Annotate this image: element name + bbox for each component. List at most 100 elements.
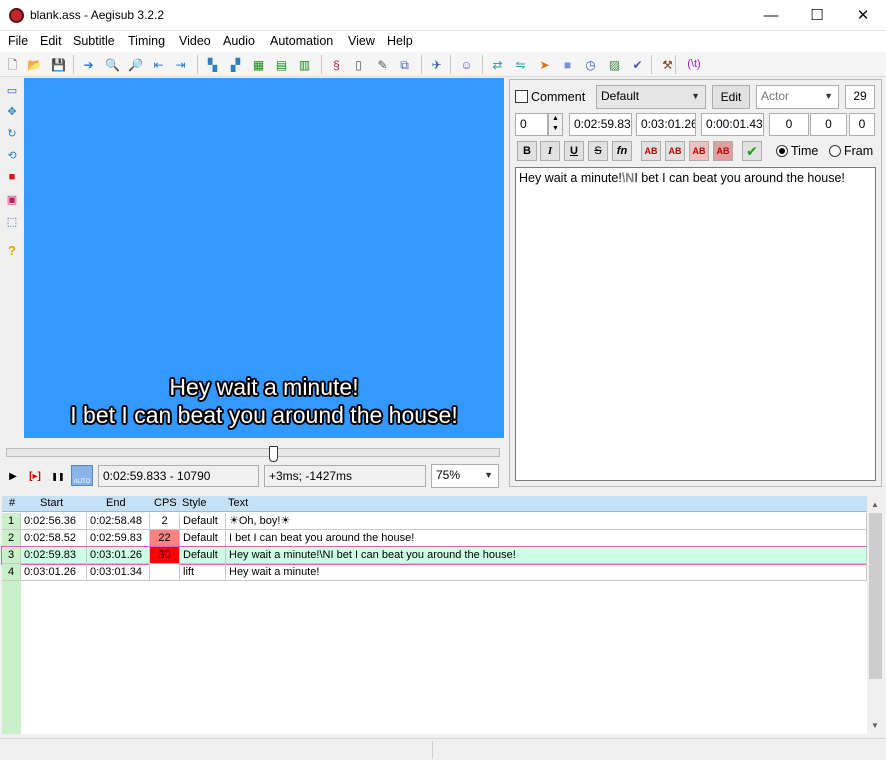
menu-audio[interactable]: Audio bbox=[223, 34, 255, 48]
duration-field[interactable]: 0:00:01.43 bbox=[701, 113, 764, 136]
start-time-field[interactable]: 0:02:59.83 bbox=[569, 113, 632, 136]
outline-color-button[interactable]: AB bbox=[689, 141, 709, 161]
zoom-out-icon[interactable]: 🔎 bbox=[127, 56, 144, 73]
margin-vertical-field[interactable]: 0 bbox=[849, 113, 875, 136]
table-row[interactable]: 3 0:02:59.83 0:03:01.26 30 Default Hey wait a… bbox=[1, 546, 868, 565]
video-time-display[interactable]: 0:02:59.833 - 10790 bbox=[98, 465, 259, 487]
play-line-icon[interactable]: [▸] bbox=[24, 467, 46, 485]
layer-field[interactable]: 0 bbox=[515, 113, 548, 136]
cell-text: ☀Oh, boy!☀ bbox=[226, 513, 867, 529]
stop-icon[interactable]: ■ bbox=[559, 56, 576, 73]
menu-automation[interactable]: Automation bbox=[270, 34, 333, 48]
seek-thumb[interactable] bbox=[268, 446, 278, 462]
comment-checkbox[interactable] bbox=[515, 90, 528, 103]
snap-start-icon[interactable]: ⇤ bbox=[150, 56, 167, 73]
drag-tool-icon[interactable]: ✥ bbox=[4, 103, 20, 119]
text-after-tag: I bet I can beat you around the house! bbox=[634, 171, 845, 185]
auto-scroll-toggle[interactable]: AUTO bbox=[71, 465, 93, 486]
subtitle-offset-display: +3ms; -1427ms bbox=[264, 465, 426, 487]
menu-help[interactable]: Help bbox=[387, 34, 413, 48]
automation-icon[interactable]: § bbox=[328, 56, 345, 73]
scale-tool-icon[interactable]: ■ bbox=[4, 169, 20, 185]
italic-button[interactable]: I bbox=[540, 141, 560, 161]
snap-end-icon[interactable]: ⇥ bbox=[172, 56, 189, 73]
font-button[interactable]: fn bbox=[612, 141, 632, 161]
spellcheck-icon[interactable]: ✔ bbox=[629, 56, 646, 73]
menu-view[interactable]: View bbox=[348, 34, 375, 48]
clip-rect-icon[interactable]: ▣ bbox=[4, 191, 20, 207]
fonts-collector-icon[interactable]: ▤ bbox=[273, 56, 290, 73]
toolbar-separator bbox=[450, 55, 451, 74]
tag-toggle-icon[interactable]: (\t) bbox=[682, 56, 706, 73]
video-display[interactable]: Hey wait a minute! I bet I can beat you … bbox=[24, 78, 504, 438]
visual-typesetting-icon[interactable]: ☺ bbox=[458, 56, 475, 73]
secondary-color-button[interactable]: AB bbox=[665, 141, 685, 161]
grid-header: # Start End CPS Style Text bbox=[2, 496, 867, 512]
standard-tool-icon[interactable]: ▭ bbox=[4, 82, 20, 98]
cell-num: 4 bbox=[2, 564, 21, 580]
open-file-icon[interactable]: 📂 bbox=[26, 56, 43, 73]
table-row[interactable]: 2 0:02:58.52 0:02:59.83 22 Default I bet I ca… bbox=[2, 530, 867, 547]
jump-to-icon[interactable]: ➔ bbox=[80, 56, 97, 73]
zoom-select[interactable]: 75% ▼ bbox=[431, 464, 499, 488]
zoom-in-icon[interactable]: 🔍 bbox=[104, 56, 121, 73]
grid-scroll-thumb[interactable] bbox=[869, 513, 882, 679]
menu-timing[interactable]: Timing bbox=[128, 34, 165, 48]
commit-checkmark-icon[interactable]: ✔ bbox=[742, 141, 762, 161]
primary-color-button[interactable]: AB bbox=[641, 141, 661, 161]
find-icon[interactable]: ⇄ bbox=[489, 56, 506, 73]
menu-subtitle[interactable]: Subtitle bbox=[73, 34, 115, 48]
actor-field[interactable]: Actor ▼ bbox=[756, 85, 839, 109]
tools-icon[interactable]: ⚒ bbox=[659, 56, 676, 73]
rotate-z-icon[interactable]: ↻ bbox=[4, 125, 20, 141]
underline-button[interactable]: U bbox=[564, 141, 584, 161]
subtitle-text-editor[interactable]: Hey wait a minute!\NI bet I can beat you… bbox=[515, 167, 876, 481]
help-icon[interactable]: ? bbox=[4, 242, 20, 258]
pause-icon[interactable]: ❚❚ bbox=[49, 467, 67, 485]
kanji-timer-icon[interactable]: ⧉ bbox=[396, 56, 413, 73]
style-select[interactable]: Default ▼ bbox=[596, 85, 706, 109]
new-file-icon[interactable]: 🗋 bbox=[4, 56, 21, 73]
edit-style-button[interactable]: Edit bbox=[712, 85, 750, 109]
margin-left-field[interactable]: 0 bbox=[769, 113, 809, 136]
rotate-xy-icon[interactable]: ⟲ bbox=[4, 147, 20, 163]
menu-edit[interactable]: Edit bbox=[40, 34, 62, 48]
close-icon[interactable]: ✕ bbox=[840, 0, 886, 30]
select-lines-icon[interactable]: ▨ bbox=[606, 56, 623, 73]
shadow-color-button[interactable]: AB bbox=[713, 141, 733, 161]
time-radio[interactable] bbox=[776, 145, 788, 157]
maximize-icon[interactable]: ☐ bbox=[794, 0, 840, 30]
margin-right-field[interactable]: 0 bbox=[810, 113, 847, 136]
end-time-field[interactable]: 0:03:01.26 bbox=[636, 113, 696, 136]
play-icon[interactable]: ▶ bbox=[4, 467, 22, 485]
properties-icon[interactable]: ▦ bbox=[250, 56, 267, 73]
subtitle-grid[interactable]: # Start End CPS Style Text 1 0:02:56.36 0:… bbox=[1, 496, 868, 734]
styles-manager-icon[interactable]: ▚ bbox=[204, 56, 221, 73]
save-icon[interactable]: 💾 bbox=[50, 56, 67, 73]
table-row[interactable]: 4 0:03:01.26 0:03:01.34 lift Hey wait a minu… bbox=[2, 564, 867, 581]
scroll-down-icon[interactable]: ▼ bbox=[871, 721, 879, 730]
scroll-up-icon[interactable]: ▲ bbox=[871, 500, 879, 509]
menu-video[interactable]: Video bbox=[179, 34, 211, 48]
timing-postproc-icon[interactable]: ✎ bbox=[374, 56, 391, 73]
fish-icon[interactable]: ➤ bbox=[536, 56, 553, 73]
video-seek-bar[interactable] bbox=[6, 448, 500, 457]
cell-cps: 2 bbox=[150, 513, 180, 529]
layer-spin-button[interactable]: ▲ ▼ bbox=[548, 113, 563, 136]
shift-times-icon[interactable]: ✈ bbox=[428, 56, 445, 73]
frame-radio[interactable] bbox=[829, 145, 841, 157]
attachments-icon[interactable]: ▞ bbox=[227, 56, 244, 73]
cell-style: Default bbox=[180, 530, 226, 546]
vector-clip-icon[interactable]: ⬚ bbox=[4, 213, 20, 229]
menu-file[interactable]: File bbox=[8, 34, 28, 48]
bold-button[interactable]: B bbox=[517, 141, 537, 161]
table-row[interactable]: 1 0:02:56.36 0:02:58.48 2 Default ☀Oh, boy!☀ bbox=[2, 513, 867, 530]
cell-style: lift bbox=[180, 564, 226, 580]
translation-icon[interactable]: ▥ bbox=[296, 56, 313, 73]
strikeout-button[interactable]: S bbox=[588, 141, 608, 161]
replace-icon[interactable]: ⇋ bbox=[512, 56, 529, 73]
chevron-down-icon: ▼ bbox=[824, 91, 833, 101]
clock-icon[interactable]: ◷ bbox=[582, 56, 599, 73]
minimize-icon[interactable]: — bbox=[748, 0, 794, 30]
resample-icon[interactable]: ▯ bbox=[350, 56, 367, 73]
